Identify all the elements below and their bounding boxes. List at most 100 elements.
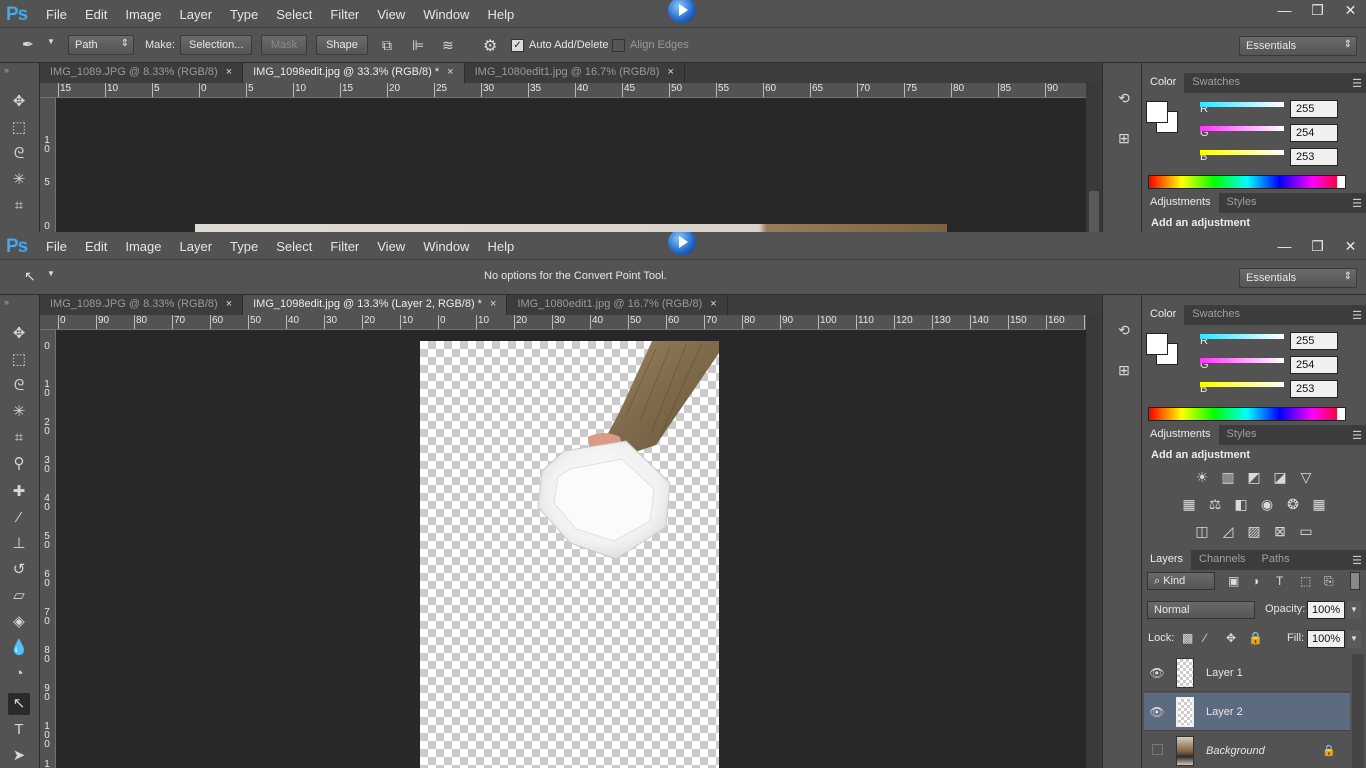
opacity-arrow-icon[interactable]: ▼ bbox=[1347, 601, 1361, 619]
eyedropper-icon[interactable]: ⚲ bbox=[8, 453, 30, 475]
lock-all-icon[interactable]: 🔒 bbox=[1248, 631, 1263, 645]
document-canvas[interactable] bbox=[57, 98, 1086, 232]
workspace-dropdown[interactable]: Essentials bbox=[1239, 268, 1357, 288]
photo-filter-icon[interactable]: ◉ bbox=[1256, 496, 1278, 513]
filter-toggle[interactable] bbox=[1350, 572, 1360, 590]
menu-layer[interactable]: Layer bbox=[180, 7, 213, 22]
scrollbar-thumb[interactable] bbox=[1089, 191, 1099, 232]
path-arrangement-icon[interactable]: ≋ bbox=[442, 37, 454, 54]
clone-stamp-icon[interactable]: ⊥ bbox=[8, 533, 30, 555]
menu-layer[interactable]: Layer bbox=[180, 239, 213, 254]
tab-channels[interactable]: Channels bbox=[1191, 550, 1253, 570]
blue-value-field[interactable]: 253 bbox=[1290, 380, 1338, 398]
path-operations-icon[interactable]: ⧉ bbox=[382, 37, 392, 54]
menu-filter[interactable]: Filter bbox=[330, 7, 359, 22]
brightness-icon[interactable]: ☀ bbox=[1191, 469, 1213, 486]
exposure-icon[interactable]: ◪ bbox=[1269, 469, 1291, 486]
blur-tool-icon[interactable]: 💧 bbox=[8, 637, 30, 659]
healing-brush-icon[interactable]: ✚ bbox=[8, 481, 30, 503]
marquee-tool-icon[interactable]: ⬚ bbox=[8, 349, 30, 371]
marquee-tool-icon[interactable]: ⬚ bbox=[8, 117, 30, 139]
tab-img-1098edit[interactable]: IMG_1098edit.jpg @ 33.3% (RGB/8) * × bbox=[243, 63, 465, 83]
restore-button[interactable]: ❐ bbox=[1302, 236, 1333, 258]
layer-row-layer-1[interactable]: 👁 Layer 1 bbox=[1144, 654, 1350, 692]
close-icon[interactable]: × bbox=[667, 66, 673, 78]
crop-tool-icon[interactable]: ⌗ bbox=[8, 195, 30, 217]
foreground-color-swatch[interactable] bbox=[1146, 101, 1168, 123]
horizontal-ruler[interactable]: 15 10 5 0 5 10 15 20 25 30 35 40 45 50 55 60 65 70 75 80 85 9… bbox=[40, 83, 1086, 98]
close-icon[interactable]: × bbox=[226, 66, 232, 78]
horizontal-ruler[interactable]: 0 90 80 70 60 50 40 30 20 10 0 10 20 30 40 50 60 70 80 90 10… bbox=[40, 315, 1086, 330]
magic-wand-icon[interactable]: ✳ bbox=[8, 169, 30, 191]
make-mask-button[interactable]: Mask bbox=[261, 35, 307, 55]
minimize-button[interactable]: — bbox=[1269, 236, 1300, 258]
lasso-tool-icon[interactable]: ᘓ bbox=[8, 375, 30, 397]
pixel-filter-icon[interactable]: ▣ bbox=[1228, 574, 1239, 588]
layer-name[interactable]: Layer 1 bbox=[1206, 667, 1243, 679]
menu-image[interactable]: Image bbox=[125, 7, 161, 22]
type-tool-icon[interactable]: T bbox=[8, 719, 30, 741]
menu-file[interactable]: File bbox=[46, 239, 67, 254]
path-mode-dropdown[interactable]: Path bbox=[68, 35, 134, 55]
foreground-color-swatch[interactable] bbox=[1146, 333, 1168, 355]
history-brush-icon[interactable]: ↺ bbox=[8, 559, 30, 581]
tab-swatches[interactable]: Swatches bbox=[1184, 305, 1248, 325]
play-orb-icon[interactable] bbox=[668, 0, 696, 23]
history-icon[interactable]: ⟲ bbox=[1113, 319, 1135, 341]
tab-img-1080edit1[interactable]: IMG_1080edit1.jpg @ 16.7% (RGB/8) × bbox=[465, 63, 685, 83]
vertical-ruler[interactable]: 0 1 0 2 0 3 0 4 0 5 0 6 0 7 0 8 0 9 0 1 0 0 1 bbox=[40, 330, 56, 768]
gradient-map-icon[interactable]: ▭ bbox=[1295, 523, 1317, 540]
panel-menu-icon[interactable]: ☰ bbox=[1352, 197, 1362, 210]
crop-tool-icon[interactable]: ⌗ bbox=[8, 427, 30, 449]
menu-view[interactable]: View bbox=[377, 7, 405, 22]
move-tool-icon[interactable]: ✥ bbox=[8, 323, 30, 345]
lock-transparent-icon[interactable]: ▩ bbox=[1182, 631, 1193, 645]
green-slider[interactable] bbox=[1200, 126, 1284, 131]
document-image[interactable] bbox=[420, 341, 719, 768]
pen-convert-point-icon[interactable]: ↖ bbox=[8, 693, 30, 715]
curves-icon[interactable]: ◩ bbox=[1243, 469, 1265, 486]
tab-color[interactable]: Color bbox=[1142, 305, 1185, 325]
smart-object-filter-icon[interactable]: ⎘ bbox=[1324, 574, 1334, 589]
minimize-button[interactable]: — bbox=[1269, 0, 1300, 22]
blue-value-field[interactable]: 253 bbox=[1290, 148, 1338, 166]
opacity-field[interactable]: 100% bbox=[1307, 601, 1345, 619]
dodge-tool-icon[interactable]: ◔ bbox=[8, 663, 30, 685]
close-button[interactable]: ✕ bbox=[1335, 236, 1366, 258]
menu-filter[interactable]: Filter bbox=[330, 239, 359, 254]
levels-icon[interactable]: ▥ bbox=[1217, 469, 1239, 486]
pen-tool-icon[interactable]: ✒ bbox=[22, 36, 34, 53]
layer-name[interactable]: Layer 2 bbox=[1206, 706, 1243, 718]
tab-img-1089[interactable]: IMG_1089.JPG @ 8.33% (RGB/8) × bbox=[40, 63, 244, 83]
workspace-dropdown[interactable]: Essentials bbox=[1239, 36, 1357, 56]
blue-slider[interactable] bbox=[1200, 150, 1284, 155]
green-value-field[interactable]: 254 bbox=[1290, 124, 1338, 142]
brush-tool-icon[interactable]: ⁄ bbox=[8, 507, 30, 529]
shape-filter-icon[interactable]: ⬚ bbox=[1300, 574, 1311, 588]
vertical-ruler[interactable]: 1 0 5 0 bbox=[40, 98, 56, 232]
make-selection-button[interactable]: Selection... bbox=[180, 35, 252, 55]
layer-filter-dropdown[interactable]: ⌕ Kind bbox=[1147, 572, 1215, 590]
vertical-scrollbar[interactable] bbox=[1086, 83, 1102, 232]
path-selection-icon[interactable]: ➤ bbox=[8, 745, 30, 767]
red-value-field[interactable]: 255 bbox=[1290, 332, 1338, 350]
restore-button[interactable]: ❐ bbox=[1302, 0, 1333, 22]
layer-row-layer-2[interactable]: 👁 Layer 2 bbox=[1144, 693, 1350, 731]
channel-mixer-icon[interactable]: ❂ bbox=[1282, 496, 1304, 513]
lasso-tool-icon[interactable]: ᘓ bbox=[8, 143, 30, 165]
tab-adjustments[interactable]: Adjustments bbox=[1142, 193, 1219, 213]
menu-help[interactable]: Help bbox=[487, 239, 514, 254]
tab-swatches[interactable]: Swatches bbox=[1184, 73, 1248, 93]
paint-bucket-icon[interactable]: ◈ bbox=[8, 611, 30, 633]
tab-layers[interactable]: Layers bbox=[1142, 550, 1192, 570]
panel-menu-icon[interactable]: ☰ bbox=[1352, 429, 1362, 442]
bw-icon[interactable]: ◧ bbox=[1230, 496, 1252, 513]
collapse-arrows-icon[interactable]: » bbox=[4, 65, 9, 75]
convert-point-tool-icon[interactable]: ↖ bbox=[24, 268, 36, 285]
close-icon[interactable]: × bbox=[710, 298, 716, 310]
tool-preset-arrow-icon[interactable]: ▼ bbox=[47, 37, 55, 46]
tab-img-1080edit1[interactable]: IMG_1080edit1.jpg @ 16.7% (RGB/8) × bbox=[507, 295, 728, 315]
tool-preset-arrow-icon[interactable]: ▼ bbox=[47, 269, 55, 278]
tab-paths[interactable]: Paths bbox=[1254, 550, 1298, 570]
lock-image-icon[interactable]: ⁄ bbox=[1204, 631, 1206, 645]
